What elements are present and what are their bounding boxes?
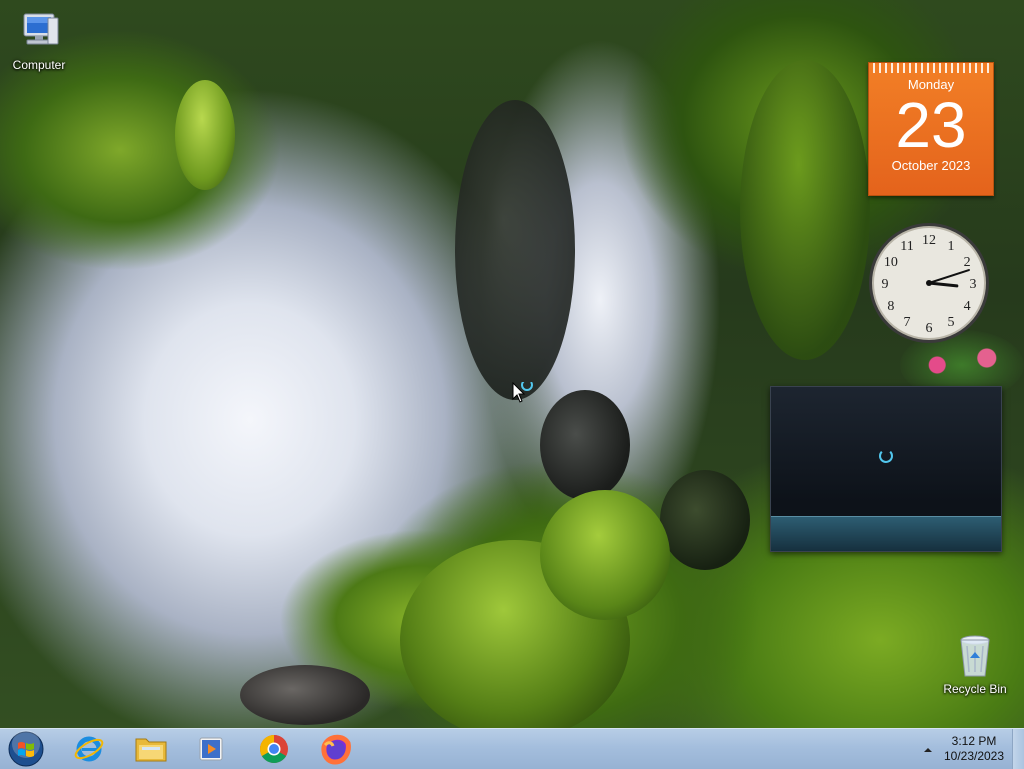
chrome-icon <box>260 735 288 763</box>
taskbar-internet-explorer[interactable] <box>64 732 114 766</box>
desktop-icon-computer[interactable]: Computer <box>3 8 75 72</box>
clock-numeral: 12 <box>922 233 936 248</box>
analog-clock-face: 12 12 3 45678 9 1011 <box>869 223 989 343</box>
clock-numeral: 10 <box>884 255 898 270</box>
loading-spinner-icon <box>879 449 893 463</box>
busy-cursor-icon <box>512 379 536 411</box>
folder-icon <box>135 738 167 762</box>
calendar-day: 23 <box>895 89 967 161</box>
taskbar-clock[interactable]: 3:12 PM 10/23/2023 <box>938 734 1010 764</box>
taskbar-time: 3:12 PM <box>951 734 997 748</box>
taskbar-chrome[interactable] <box>249 732 299 766</box>
taskbar-firefox[interactable] <box>311 732 361 766</box>
wallpaper-rock <box>240 665 370 725</box>
clock-numeral: 11 <box>900 239 913 254</box>
clock-numeral: 5 <box>948 315 955 330</box>
clock-numeral: 4 <box>964 299 971 314</box>
clock-numeral: 9 <box>882 277 889 292</box>
clock-numeral: 3 <box>970 277 977 292</box>
media-player-icon <box>199 737 223 761</box>
clock-gadget[interactable]: 12 1 2 3 4 5 6 7 8 9 10 11 <box>866 220 992 346</box>
start-orb-icon <box>8 730 44 767</box>
calendar-gadget[interactable]: Monday 23 October 2023 <box>868 62 994 196</box>
desktop-icon-recycle-bin[interactable]: Recycle Bin <box>939 632 1011 696</box>
calendar-binding <box>873 63 989 73</box>
desktop-wallpaper[interactable]: Computer Recycle Bin Monday 23 October 2… <box>0 0 1024 728</box>
clock-numeral: 7 <box>904 315 911 330</box>
show-desktop-button[interactable] <box>1012 729 1024 769</box>
wallpaper-moss <box>175 80 235 190</box>
wallpaper-moss <box>740 60 870 360</box>
computer-icon <box>15 8 63 56</box>
clock-numeral: 8 <box>887 299 894 314</box>
media-gadget-toolbar <box>771 516 1001 551</box>
firefox-icon <box>321 734 351 765</box>
taskbar: 3:12 PM 10/23/2023 <box>0 728 1024 769</box>
taskbar-file-explorer[interactable] <box>126 732 176 766</box>
taskbar-media-player[interactable] <box>187 732 237 766</box>
show-hidden-icons-button[interactable] <box>922 743 934 755</box>
wallpaper-rock <box>660 470 750 570</box>
clock-numeral: 2 <box>964 255 971 270</box>
taskbar-date: 10/23/2023 <box>943 749 1005 763</box>
desktop-icon-label: Computer <box>12 58 66 72</box>
calendar-month-year: October 2023 <box>891 158 971 173</box>
internet-explorer-icon <box>74 736 104 762</box>
chevron-up-icon <box>924 748 932 752</box>
wallpaper-moss <box>540 490 670 620</box>
clock-numeral: 1 <box>948 239 955 254</box>
wallpaper-rock <box>540 390 630 500</box>
desktop-icon-label: Recycle Bin <box>943 682 1007 696</box>
start-button[interactable] <box>2 730 50 767</box>
media-gadget[interactable] <box>770 386 1002 552</box>
clock-numeral: 6 <box>926 321 933 336</box>
recycle-bin-icon <box>951 632 999 680</box>
wallpaper-rock <box>455 100 575 400</box>
